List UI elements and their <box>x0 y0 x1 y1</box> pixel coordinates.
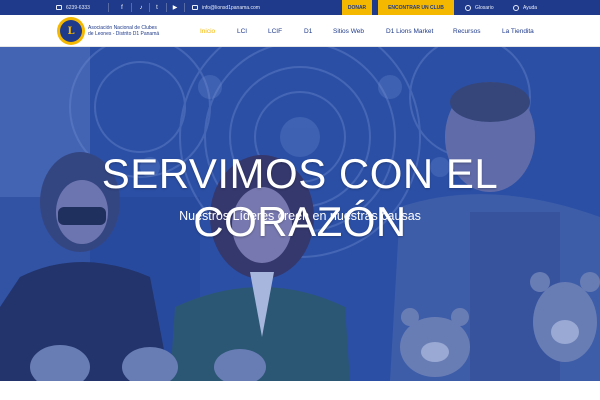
site-header: L Asociación Nacional de Clubes de Leone… <box>0 15 600 47</box>
info-icon <box>465 4 471 11</box>
organization-name: Asociación Nacional de Clubes de Leones … <box>88 25 168 37</box>
divider <box>166 3 167 12</box>
hero-banner: SERVIMOS CON EL CORAZÓN Nuestros Líderes… <box>0 47 600 381</box>
phone-link[interactable]: 6239-6333 <box>56 0 90 15</box>
nav-item-sitios-web[interactable]: Sitios Web <box>333 15 364 47</box>
email-address: info@lionsd1panama.com <box>202 4 260 11</box>
divider <box>108 3 109 12</box>
phone-icon <box>56 5 62 10</box>
phone-number: 6239-6333 <box>66 4 90 11</box>
page-footer-strip <box>0 381 600 400</box>
nav-item-lci[interactable]: LCI <box>237 15 247 47</box>
hero-title: SERVIMOS CON EL CORAZÓN <box>101 150 499 245</box>
help-icon <box>513 4 519 11</box>
nav-item-la-tiendita[interactable]: La Tiendita <box>502 15 534 47</box>
divider <box>149 3 150 12</box>
facebook-icon[interactable]: f <box>117 0 127 15</box>
top-bar: 6239-6333 f ♪ t ▶ info@lionsd1panama.com… <box>0 0 600 15</box>
nav-item-d1[interactable]: D1 <box>304 15 312 47</box>
glossary-label: Glosario <box>475 4 494 11</box>
tiktok-icon[interactable]: ♪ <box>136 0 146 15</box>
nav-item-recursos[interactable]: Recursos <box>453 15 480 47</box>
find-club-button[interactable]: ENCONTRAR UN CLUB <box>378 0 454 15</box>
nav-item-lions-market[interactable]: D1 Lions Market <box>386 15 433 47</box>
org-name-line2: de Leones - Distrito D1 Panamá <box>88 31 160 37</box>
youtube-icon[interactable]: ▶ <box>170 0 180 15</box>
divider <box>131 3 132 12</box>
help-label: Ayuda <box>523 4 538 11</box>
logo-mark: L <box>60 20 82 42</box>
lions-logo[interactable]: L <box>57 17 85 45</box>
mail-icon <box>192 5 198 10</box>
hero-subtitle: Nuestros Líderes creen en nuestras causa… <box>179 209 421 223</box>
nav-item-lcif[interactable]: LCIF <box>268 15 282 47</box>
help-link[interactable]: Ayuda <box>513 0 537 15</box>
email-link[interactable]: info@lionsd1panama.com <box>192 0 260 15</box>
twitter-icon[interactable]: t <box>152 0 162 15</box>
glossary-link[interactable]: Glosario <box>465 0 494 15</box>
donate-button[interactable]: DONAR <box>342 0 372 15</box>
divider <box>184 3 185 12</box>
nav-item-inicio[interactable]: Inicio <box>200 15 215 47</box>
